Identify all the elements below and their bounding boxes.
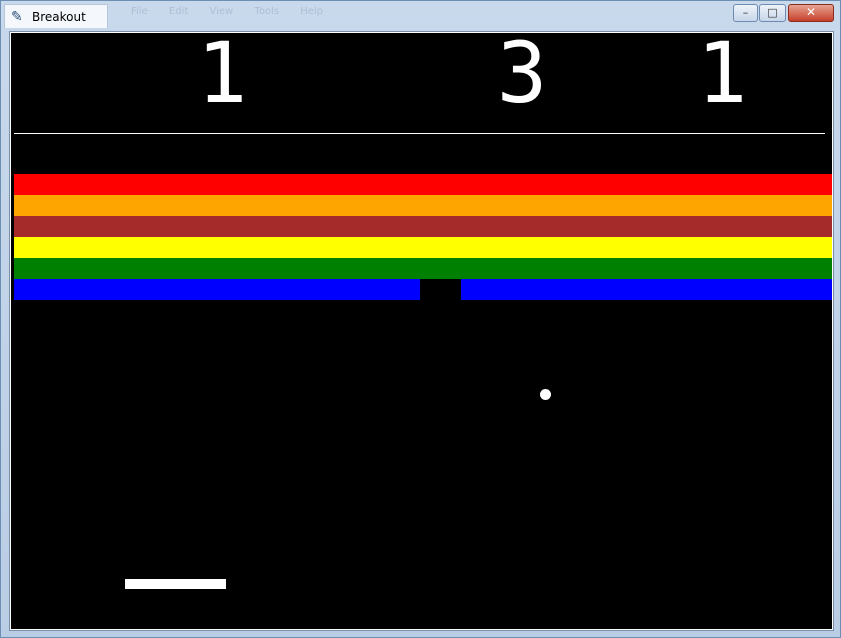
menu-item-file[interactable]: File [131, 6, 148, 17]
score-right: 1 [696, 33, 748, 122]
brick-row-orange [14, 195, 832, 216]
brick-blue-right [461, 279, 832, 300]
brick-row-red [14, 174, 832, 195]
brick-row-yellow [14, 237, 832, 258]
title-bar[interactable]: ✎ Breakout File Edit View Tools Help – □… [1, 1, 840, 29]
score-middle: 3 [496, 33, 548, 122]
brick-row-brown [14, 216, 832, 237]
score-divider [14, 133, 825, 134]
close-button[interactable]: ✕ [788, 4, 834, 22]
brick-row-green [14, 258, 832, 279]
brick-blue-left [14, 279, 420, 300]
ball [540, 389, 551, 400]
game-canvas[interactable]: 1 3 1 [11, 33, 832, 629]
menu-item-view[interactable]: View [209, 6, 233, 17]
app-window: ✎ Breakout File Edit View Tools Help – □… [0, 0, 841, 638]
minimize-button[interactable]: – [733, 4, 758, 22]
menu-item-help[interactable]: Help [300, 6, 323, 17]
feather-icon: ✎ [11, 9, 23, 25]
paddle[interactable] [125, 579, 226, 589]
maximize-button[interactable]: □ [759, 4, 786, 22]
window-title: Breakout [32, 10, 86, 24]
title-tab: ✎ Breakout [4, 4, 108, 28]
menu-bar: File Edit View Tools Help [131, 6, 341, 17]
menu-item-tools[interactable]: Tools [254, 6, 279, 17]
score-left: 1 [196, 33, 248, 122]
menu-item-edit[interactable]: Edit [169, 6, 188, 17]
